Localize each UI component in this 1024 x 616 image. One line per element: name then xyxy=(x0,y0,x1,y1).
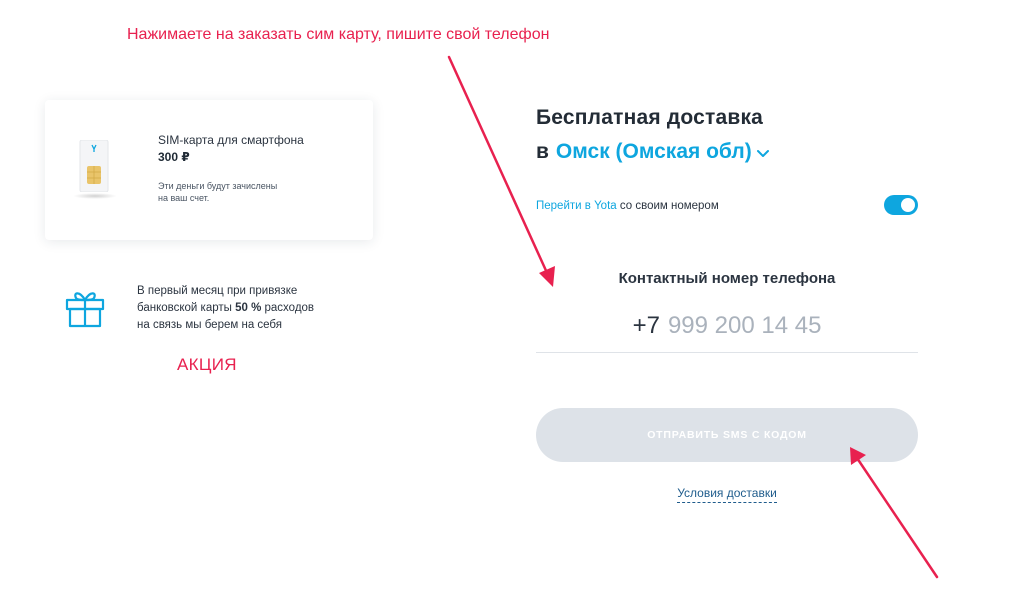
sim-card-note-line: на ваш счет. xyxy=(158,193,210,203)
promo-line: банковской карты 50 % расходов xyxy=(137,300,377,317)
phone-label: Контактный номер телефона xyxy=(618,270,836,287)
delivery-terms-link[interactable]: Условия доставки xyxy=(677,486,777,503)
promo-percent: 50 % xyxy=(235,302,262,314)
delivery-title: Бесплатная доставка xyxy=(536,106,764,129)
gift-icon xyxy=(65,292,105,328)
delivery-city-row: в Омск (Омская обл) xyxy=(536,140,770,164)
promo-line-part: расходов xyxy=(261,302,315,314)
switch-operator-text: со своим номером xyxy=(616,200,719,212)
annotation-arrow-down xyxy=(447,55,550,277)
promo-line-part: банковской карты xyxy=(137,302,236,314)
keep-number-toggle[interactable] xyxy=(884,195,918,215)
delivery-in-word: в xyxy=(536,140,549,163)
switch-operator-row: Перейти в Yota со своим номером xyxy=(536,200,719,212)
phone-input[interactable]: +7 999 200 14 45 xyxy=(536,300,918,353)
sim-card-price: 300 ₽ xyxy=(158,150,190,164)
send-sms-button[interactable]: ОТПРАВИТЬ SMS С КОДОМ xyxy=(536,408,918,462)
sim-card-note-line: Эти деньги будут зачислены xyxy=(158,181,278,191)
city-selector[interactable]: Омск (Омская обл) xyxy=(556,140,752,164)
promo-line: В первый месяц при привязке xyxy=(137,285,298,297)
sim-card-note: Эти деньги будут зачислены на ваш счет. xyxy=(158,180,328,204)
phone-prefix: +7 xyxy=(632,312,660,339)
chevron-down-icon[interactable] xyxy=(756,149,770,159)
sim-card-title: SIM-карта для смартфона xyxy=(158,133,304,147)
phone-placeholder: 999 200 14 45 xyxy=(667,312,822,339)
annotation-instruction: Нажимаете на заказать сим карту, пишите … xyxy=(127,26,550,43)
toggle-knob xyxy=(901,198,915,212)
promo-text: В первый месяц при привязке банковской к… xyxy=(137,283,377,334)
delivery-terms-row: Условия доставки xyxy=(536,486,918,503)
promo-line: на связь мы берем на себя xyxy=(137,319,282,331)
sim-card-shadow xyxy=(73,193,117,199)
annotation-arrow-up xyxy=(855,456,939,579)
annotation-promo-label: АКЦИЯ xyxy=(177,355,237,374)
sim-card-icon xyxy=(79,140,109,192)
switch-to-yota-link[interactable]: Перейти в Yota xyxy=(536,200,617,212)
